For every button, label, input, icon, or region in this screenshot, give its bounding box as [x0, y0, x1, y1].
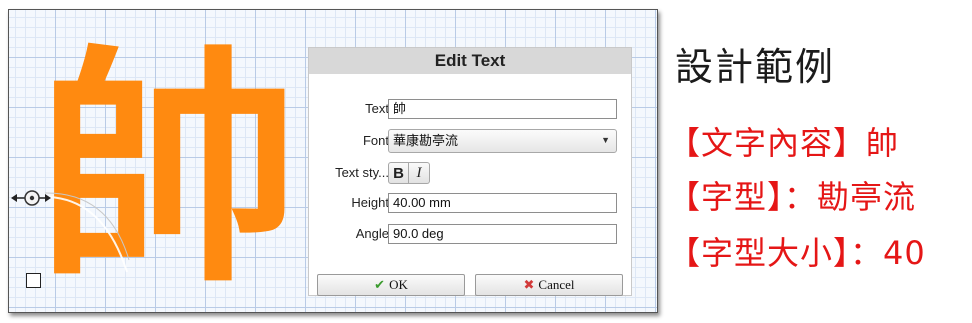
bold-button[interactable]: B — [388, 162, 409, 184]
text-row: Text 帥 — [309, 98, 631, 122]
cancel-label: Cancel — [538, 277, 575, 292]
height-input[interactable]: 40.00 mm — [388, 193, 617, 213]
text-style-label: Text sty... — [335, 165, 389, 180]
height-label: Height — [351, 195, 389, 210]
note-text-content: 【文字內容】帥 — [668, 124, 900, 162]
example-title: 設計範例 — [675, 45, 836, 89]
rotate-handle[interactable] — [9, 10, 169, 310]
font-select[interactable]: 華康勘亭流 ▼ — [388, 129, 617, 153]
angle-label: Angle — [355, 226, 389, 241]
ok-button[interactable]: ✔ OK — [317, 274, 465, 296]
chevron-down-icon: ▼ — [601, 135, 610, 145]
anchor-square-handle[interactable] — [26, 273, 41, 288]
note-font-size: 【字型大小】：40 — [668, 234, 926, 272]
text-style-buttons: B I — [388, 162, 430, 184]
text-style-row: Text sty... B I — [309, 162, 631, 186]
x-icon: ✖ — [523, 277, 535, 292]
cancel-button[interactable]: ✖ Cancel — [475, 274, 623, 296]
height-row: Height 40.00 mm — [309, 192, 631, 216]
font-select-value: 華康勘亭流 — [393, 133, 459, 148]
dialog-title: Edit Text — [309, 48, 631, 74]
text-input[interactable]: 帥 — [388, 99, 617, 119]
note-font: 【字型】：勘亭流 — [668, 178, 917, 216]
angle-row: Angle 90.0 deg — [309, 223, 631, 247]
cad-canvas[interactable]: 帥 Edit Text Text 帥 Font 華康勘亭流 ▼ Text sty… — [8, 9, 658, 313]
edit-text-dialog: Edit Text Text 帥 Font 華康勘亭流 ▼ Text sty..… — [308, 47, 632, 296]
ok-label: OK — [389, 277, 408, 292]
check-icon: ✔ — [374, 277, 386, 292]
font-row: Font 華康勘亭流 ▼ — [309, 129, 631, 154]
angle-input[interactable]: 90.0 deg — [388, 224, 617, 244]
text-label: Text — [365, 101, 389, 116]
italic-button[interactable]: I — [409, 162, 430, 184]
font-label: Font — [362, 133, 389, 148]
